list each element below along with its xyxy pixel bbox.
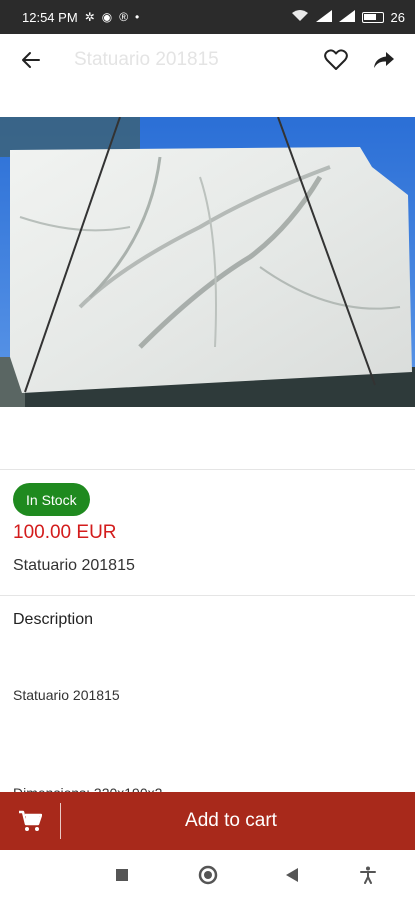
product-image[interactable] xyxy=(0,117,415,407)
accessibility-icon xyxy=(360,866,376,884)
description-heading: Description xyxy=(13,611,94,628)
circle-icon xyxy=(198,865,218,885)
status-right: 26 xyxy=(291,9,405,25)
status-bar: 12:54 PM ✲ ◉ ® • 26 xyxy=(0,0,415,34)
add-to-cart-label: Add to cart xyxy=(185,810,277,831)
sync-status-icon: ◉ xyxy=(101,10,113,24)
battery-level: 26 xyxy=(390,9,405,25)
share-button[interactable] xyxy=(367,43,401,77)
stock-badge: In Stock xyxy=(13,483,90,516)
app-bar: Statuario 201815 xyxy=(0,34,415,86)
share-arrow-icon xyxy=(374,52,394,68)
signal-icon-2 xyxy=(338,9,355,25)
wifi-icon xyxy=(291,9,309,25)
favorite-button[interactable] xyxy=(319,43,353,77)
heart-outline-icon xyxy=(324,49,348,70)
description-text: Statuario 201815 xyxy=(13,687,120,703)
add-to-cart-button[interactable]: Add to cart xyxy=(0,792,415,850)
shopping-cart-icon xyxy=(0,792,60,850)
triangle-back-icon xyxy=(286,868,298,882)
status-time: 12:54 PM xyxy=(22,9,78,25)
square-icon xyxy=(116,869,128,881)
divider-description xyxy=(0,595,415,596)
back-nav-button[interactable] xyxy=(280,863,304,887)
divider-top xyxy=(0,469,415,470)
dot-status-icon: • xyxy=(135,10,140,24)
product-name: Statuario 201815 xyxy=(13,557,135,574)
accessibility-button[interactable] xyxy=(356,863,380,887)
settings-status-icon: ✲ xyxy=(84,10,95,24)
vpn-status-icon: ® xyxy=(119,10,129,24)
back-button[interactable] xyxy=(14,43,48,77)
product-price: 100.00 EUR xyxy=(13,522,117,543)
home-button[interactable] xyxy=(196,863,220,887)
system-nav-bar xyxy=(0,850,415,900)
signal-icon xyxy=(315,9,332,25)
battery-icon xyxy=(361,11,384,23)
status-left: 12:54 PM ✲ ◉ ® • xyxy=(22,10,139,25)
arrow-left-icon xyxy=(22,52,40,68)
page-title: Statuario 201815 xyxy=(74,49,219,70)
recent-apps-button[interactable] xyxy=(110,863,134,887)
